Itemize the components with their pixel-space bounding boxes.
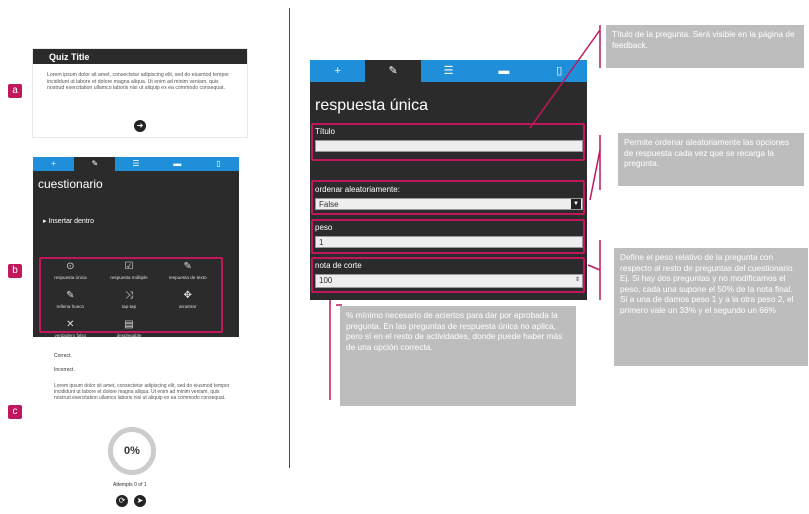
small-editor-title: cuestionario [38,177,103,191]
type-respuesta-unica[interactable]: ⊙ respuesta única [41,261,100,280]
stepper-icon: ⇕ [574,277,580,283]
type-verdadero-falso[interactable]: ✕ verdadero falso [41,319,100,338]
edit-icon: ✎ [183,261,192,272]
orden-value: False [319,200,339,209]
editor-tabs: + ✎ ☰ ▬ ▯ [310,60,588,82]
tab-comment[interactable]: ▬ [476,60,532,82]
incorrect-text: Incorrect. [54,367,75,373]
small-editor-tabs: + ✎ ☰ ▬ ▯ [33,157,240,171]
nota-input[interactable]: 100 ⇕ [315,274,583,288]
tab-comment[interactable]: ▬ [156,157,198,171]
tab-list[interactable]: ☰ [115,157,157,171]
insert-inside[interactable]: ▸ Insertar dentro [33,211,104,231]
tab-add[interactable]: + [310,60,366,82]
tab-device[interactable]: ▯ [531,60,588,82]
nota-value: 100 [319,276,333,285]
type-tap-tap[interactable]: ⤨ tap-tap [100,290,159,309]
connector-peso [587,264,601,271]
move-icon: ✥ [183,290,192,301]
tab-edit[interactable]: ✎ [74,157,116,171]
quiz-title: Quiz Title [33,49,247,64]
type-desplegable[interactable]: ▤ desplegable [100,319,159,338]
next-button[interactable]: ➜ [134,120,146,132]
radio-icon: ⊙ [66,261,75,272]
question-editor-panel: + ✎ ☰ ▬ ▯ respuesta única Título ordenar… [310,60,588,300]
true-false-icon: ✕ [66,319,75,330]
shuffle-icon: ⤨ [124,290,133,301]
editor-title: respuesta única [315,97,428,114]
callout-orden: Permite ordenar aleatoriamente las opcio… [618,133,804,186]
label-b: b [8,264,22,278]
label-a: a [8,84,22,98]
question-type-grid: ⊙ respuesta única ☑ respuesta múltiple ✎ re… [41,261,217,338]
dropdown-icon: ▤ [124,319,134,330]
connector-orden [589,149,601,201]
score-ring: 0% [108,427,156,475]
label-c: c [8,405,22,419]
type-rellena-hueco[interactable]: ✎ rellena hueco [41,290,100,309]
small-editor-panel: + ✎ ☰ ▬ ▯ cuestionario ▸ Insertar dentro… [33,157,240,338]
type-respuesta-multiple[interactable]: ☑ respuesta múltiple [100,261,159,280]
nota-label: nota de corte [315,261,362,270]
titulo-label: Título [315,127,336,136]
tab-add[interactable]: + [33,157,75,171]
chevron-down-icon: ▼ [571,199,581,209]
quiz-card: Quiz Title Lorem ipsum dolor sit amet, c… [32,48,248,138]
checkbox-icon: ☑ [124,261,134,272]
share-button[interactable]: ➤ [134,495,146,507]
divider [289,8,290,468]
callout-peso: Define el peso relativo de la pregunta c… [614,248,808,366]
attempts-text: Attempts 0 of 1 [113,482,147,488]
peso-input[interactable]: 1 [315,236,583,248]
callout-nota: % mínimo necesario de aciertos para dar … [340,306,576,406]
type-respuesta-texto[interactable]: ✎ respuesta de texto [158,261,217,280]
correct-text: Correct. [54,353,72,359]
pencil-icon: ✎ [66,290,75,301]
peso-label: peso [315,223,333,232]
callout-titulo: Título de la pregunta. Será visible en l… [606,25,804,68]
orden-select[interactable]: False ▼ [315,198,583,210]
result-body: Lorem ipsum dolor sit amet, consectetur … [54,383,230,401]
quiz-body: Lorem ipsum dolor sit amet, consectetur … [47,72,229,92]
tab-list[interactable]: ☰ [420,60,477,82]
titulo-input[interactable] [315,140,583,152]
orden-label: ordenar aleatoriamente: [315,185,400,194]
tab-device[interactable]: ▯ [197,157,240,171]
tab-edit[interactable]: ✎ [365,60,421,82]
type-arrastrar[interactable]: ✥ arrastrar [158,290,217,309]
retry-button[interactable]: ⟳ [116,495,128,507]
